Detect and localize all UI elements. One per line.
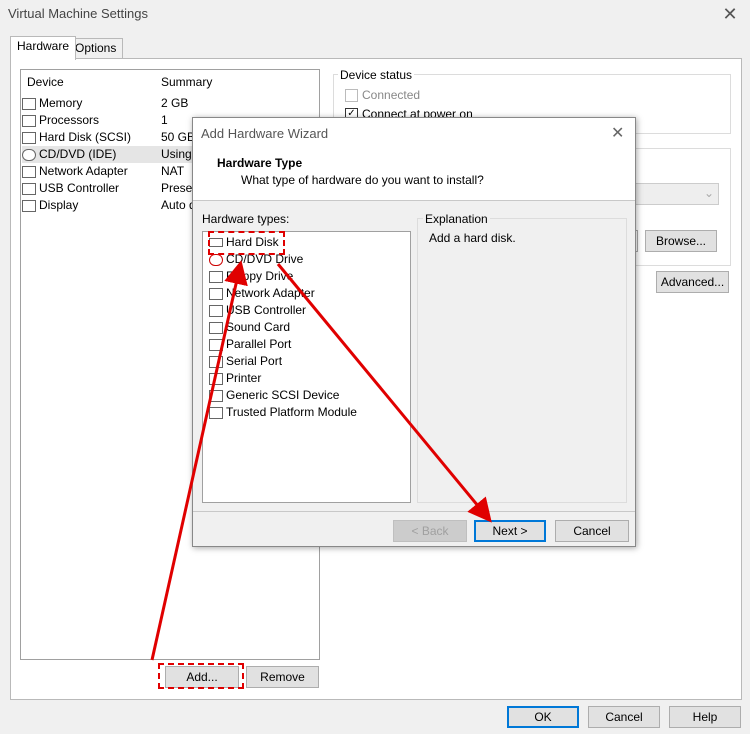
network-adapter-icon [22,165,36,178]
browse-button[interactable]: Browse... [645,230,717,252]
list-item-parallel-port[interactable]: Parallel Port [203,336,410,353]
wizard-heading: Hardware Type [217,156,303,170]
usb-icon [209,304,223,317]
list-item-label: Sound Card [226,320,291,334]
connected-label: Connected [362,88,421,102]
wizard-cancel-button[interactable]: Cancel [555,520,629,542]
tab-options[interactable]: Options [68,38,124,59]
explanation-label: Explanation [423,212,490,226]
list-item-serial-port[interactable]: Serial Port [203,353,410,370]
list-item-usb-controller[interactable]: USB Controller [203,302,410,319]
list-item-generic-scsi[interactable]: Generic SCSI Device [203,387,410,404]
explanation-text: Add a hard disk. [429,231,516,245]
list-item-network-adapter[interactable]: Network Adapter [203,285,410,302]
hardware-types-label: Hardware types: [202,212,290,226]
device-name: CD/DVD (IDE) [39,147,117,161]
wizard-subheading: What type of hardware do you want to ins… [241,173,484,187]
list-item-label: Serial Port [226,354,283,368]
connected-checkbox-row[interactable]: Connected [345,88,421,103]
usb-icon [22,182,36,195]
list-item-label: Floppy Drive [226,269,294,283]
close-icon[interactable]: ✕ [611,123,624,143]
hard-disk-icon [22,131,36,144]
device-summary: 2 GB [161,96,189,110]
summary-column-header[interactable]: Summary [161,75,212,89]
wizard-separator [193,511,635,512]
explanation-group [417,218,627,503]
close-icon[interactable]: ✕ [718,4,742,24]
list-item-floppy-drive[interactable]: Floppy Drive [203,268,410,285]
cd-dvd-icon [22,148,36,161]
printer-icon [209,372,223,385]
device-name: Memory [39,96,83,110]
list-item-label: Generic SCSI Device [226,388,340,402]
memory-icon [22,97,36,110]
remove-button[interactable]: Remove [246,666,319,688]
device-name: USB Controller [39,181,120,195]
advanced-button[interactable]: Advanced... [656,271,729,293]
network-adapter-icon [209,287,223,300]
chevron-down-icon: ⌄ [703,186,714,200]
list-item-printer[interactable]: Printer [203,370,410,387]
add-button-highlight [158,663,244,689]
window-title: Virtual Machine Settings [8,6,148,21]
scsi-device-icon [209,389,223,402]
list-item-label: USB Controller [226,303,307,317]
sound-card-icon [209,321,223,334]
list-item-label: Trusted Platform Module [226,405,357,419]
hardware-types-list[interactable]: Hard Disk CD/DVD Drive Floppy Drive Netw… [202,231,411,503]
tab-hardware[interactable]: Hardware [10,36,77,60]
list-item-sound-card[interactable]: Sound Card [203,319,410,336]
device-name: Processors [39,113,100,127]
serial-port-icon [209,355,223,368]
back-button[interactable]: < Back [393,520,467,542]
hard-disk-highlight [208,231,285,255]
device-name: Hard Disk (SCSI) [39,130,132,144]
wizard-title: Add Hardware Wizard [201,126,329,141]
connected-checkbox[interactable] [345,89,358,103]
list-item-tpm[interactable]: Trusted Platform Module [203,404,410,421]
list-item-label: Network Adapter [226,286,315,300]
next-button[interactable]: Next > [474,520,546,542]
list-item-label: Printer [226,371,262,385]
ok-button[interactable]: OK [507,706,579,728]
device-name: Network Adapter [39,164,128,178]
processor-icon [22,114,36,127]
list-item-label: Parallel Port [226,337,292,351]
tpm-icon [209,406,223,419]
floppy-icon [209,270,223,283]
parallel-port-icon [209,338,223,351]
display-icon [22,199,36,212]
help-button[interactable]: Help [669,706,741,728]
add-hardware-wizard: Add Hardware Wizard ✕ Hardware Type What… [192,117,636,547]
device-status-label: Device status [338,68,415,82]
device-name: Display [39,198,79,212]
iso-path-dropdown[interactable]: ⌄ [633,183,719,205]
device-column-header[interactable]: Device [27,75,64,89]
cd-dvd-icon [209,253,223,266]
cancel-button[interactable]: Cancel [588,706,660,728]
